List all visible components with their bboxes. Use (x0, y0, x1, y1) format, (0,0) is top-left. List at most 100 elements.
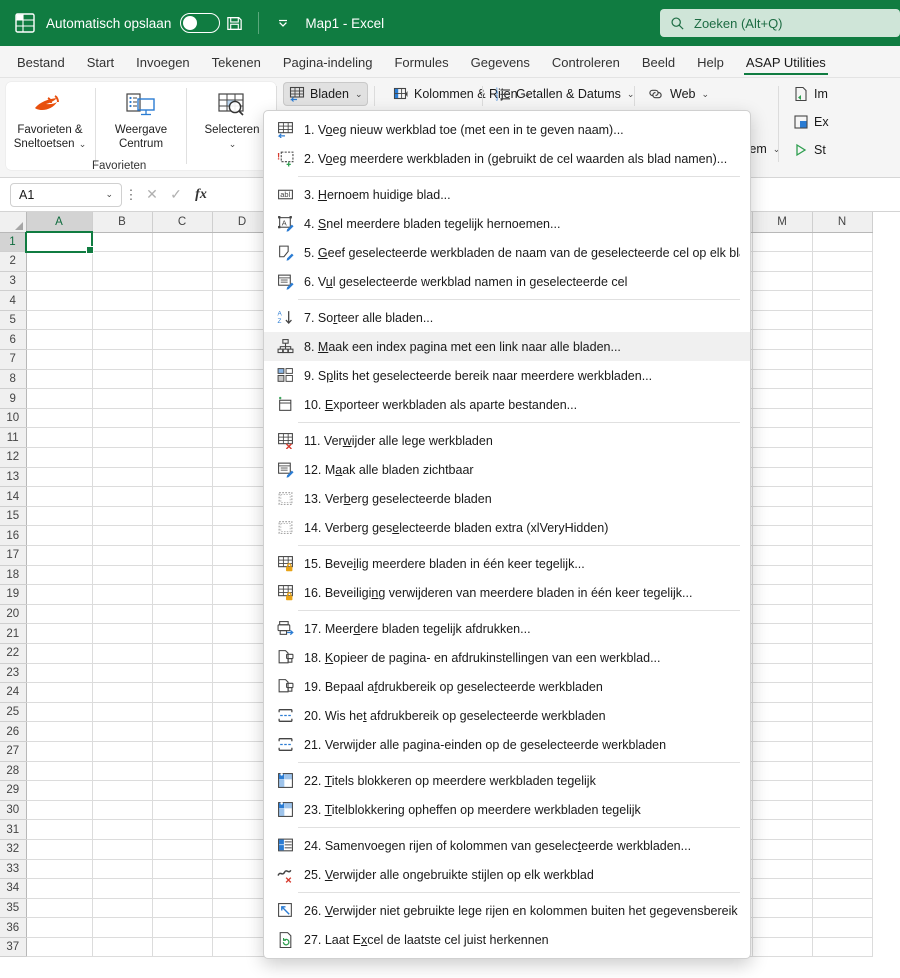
cell-A33[interactable] (26, 859, 93, 880)
cell-C24[interactable] (152, 682, 213, 703)
cell-A2[interactable] (26, 251, 93, 272)
cell-A12[interactable] (26, 447, 93, 468)
cell-C25[interactable] (152, 702, 213, 723)
row-header-13[interactable]: 13 (0, 467, 27, 488)
cell-B24[interactable] (92, 682, 153, 703)
cell-M13[interactable] (752, 467, 813, 488)
row-header-25[interactable]: 25 (0, 702, 27, 723)
menu-item-22[interactable]: 22. Titels blokkeren op meerdere werkbla… (264, 766, 750, 795)
cell-C20[interactable] (152, 604, 213, 625)
cell-M23[interactable] (752, 663, 813, 684)
tab-tekenen[interactable]: Tekenen (201, 51, 272, 77)
cell-N25[interactable] (812, 702, 873, 723)
cell-C16[interactable] (152, 525, 213, 546)
cell-M26[interactable] (752, 721, 813, 742)
row-header-33[interactable]: 33 (0, 859, 27, 880)
cell-B6[interactable] (92, 329, 153, 351)
row-header-19[interactable]: 19 (0, 584, 27, 605)
cell-B28[interactable] (92, 761, 153, 782)
cell-B26[interactable] (92, 721, 153, 742)
cell-M30[interactable] (752, 800, 813, 821)
cell-N2[interactable] (812, 251, 873, 272)
row-header-10[interactable]: 10 (0, 408, 27, 429)
cell-A35[interactable] (26, 898, 93, 919)
cell-M28[interactable] (752, 761, 813, 782)
menu-item-27[interactable]: 27. Laat Excel de laatste cel juist herk… (264, 925, 750, 954)
cell-M21[interactable] (752, 623, 813, 644)
view-center-button[interactable]: Weergave Centrum (99, 82, 183, 170)
cell-N7[interactable] (812, 349, 873, 370)
menu-item-23[interactable]: 23. Titelblokkering opheffen op meerdere… (264, 795, 750, 824)
cell-C14[interactable] (152, 486, 213, 507)
cell-B31[interactable] (92, 819, 153, 840)
menu-item-7[interactable]: A Z 7. Sorteer alle bladen... (264, 303, 750, 332)
select-all-corner[interactable] (0, 212, 27, 233)
cancel-icon[interactable]: ✕ (140, 186, 164, 203)
sheets-dropdown-button[interactable]: Bladen ⌄ (284, 83, 368, 105)
menu-item-24[interactable]: 24. Samenvoegen rijen of kolommen van ge… (264, 831, 750, 860)
cell-C11[interactable] (152, 427, 213, 449)
cell-B10[interactable] (92, 408, 153, 429)
cell-A16[interactable] (26, 525, 93, 546)
cell-M12[interactable] (752, 447, 813, 468)
fx-icon[interactable]: fx (188, 187, 214, 203)
menu-item-12[interactable]: 12. Maak alle bladen zichtbaar (264, 455, 750, 484)
cell-C8[interactable] (152, 369, 213, 390)
cell-C34[interactable] (152, 878, 213, 899)
cell-C15[interactable] (152, 506, 213, 527)
menu-item-26[interactable]: 26. Verwijder niet gebruikte lege rijen … (264, 896, 750, 925)
cell-B13[interactable] (92, 467, 153, 488)
cell-M4[interactable] (752, 290, 813, 311)
cell-C2[interactable] (152, 251, 213, 272)
cell-M3[interactable] (752, 271, 813, 292)
cell-B35[interactable] (92, 898, 153, 919)
column-header-C[interactable]: C (152, 212, 213, 233)
row-header-17[interactable]: 17 (0, 545, 27, 566)
start-button[interactable]: St (788, 139, 831, 161)
cell-B30[interactable] (92, 800, 153, 821)
menu-item-13[interactable]: 13. Verberg geselecteerde bladen (264, 484, 750, 513)
cell-B16[interactable] (92, 525, 153, 546)
row-header-18[interactable]: 18 (0, 565, 27, 586)
cell-B37[interactable] (92, 937, 153, 958)
cell-N15[interactable] (812, 506, 873, 527)
cell-N1[interactable] (812, 232, 873, 253)
cell-A8[interactable] (26, 369, 93, 390)
cell-C13[interactable] (152, 467, 213, 488)
numbers-dates-dropdown-button[interactable]: 1 2 3 Getallen & Datums ⌄ (490, 83, 639, 105)
menu-item-5[interactable]: 5. Geef geselecteerde werkbladen de naam… (264, 238, 750, 267)
cell-C29[interactable] (152, 780, 213, 801)
cell-M29[interactable] (752, 780, 813, 801)
search-input[interactable]: Zoeken (Alt+Q) (660, 9, 900, 37)
confirm-icon[interactable]: ✓ (164, 186, 188, 203)
menu-item-2[interactable]: ! 2. Voeg meerdere werkbladen in (gebrui… (264, 144, 750, 173)
row-header-16[interactable]: 16 (0, 525, 27, 546)
menu-item-11[interactable]: 11. Verwijder alle lege werkbladen (264, 426, 750, 455)
cell-M35[interactable] (752, 898, 813, 919)
cell-M24[interactable] (752, 682, 813, 703)
row-header-12[interactable]: 12 (0, 447, 27, 468)
cell-M25[interactable] (752, 702, 813, 723)
row-header-7[interactable]: 7 (0, 349, 27, 370)
row-header-30[interactable]: 30 (0, 800, 27, 821)
cell-B22[interactable] (92, 643, 153, 664)
cell-N28[interactable] (812, 761, 873, 782)
cell-N21[interactable] (812, 623, 873, 644)
cell-C7[interactable] (152, 349, 213, 370)
menu-item-21[interactable]: 21. Verwijder alle pagina-einden op de g… (264, 730, 750, 759)
cell-B25[interactable] (92, 702, 153, 723)
row-header-32[interactable]: 32 (0, 839, 27, 860)
cell-A18[interactable] (26, 565, 93, 586)
cell-N4[interactable] (812, 290, 873, 311)
cell-N19[interactable] (812, 584, 873, 605)
row-header-4[interactable]: 4 (0, 290, 27, 311)
cell-A1[interactable] (25, 231, 95, 255)
cell-A32[interactable] (26, 839, 93, 860)
cell-B21[interactable] (92, 623, 153, 644)
cell-M15[interactable] (752, 506, 813, 527)
cell-M32[interactable] (752, 839, 813, 860)
row-header-29[interactable]: 29 (0, 780, 27, 801)
cell-A20[interactable] (26, 604, 93, 625)
cell-N12[interactable] (812, 447, 873, 468)
cell-B4[interactable] (92, 290, 153, 311)
